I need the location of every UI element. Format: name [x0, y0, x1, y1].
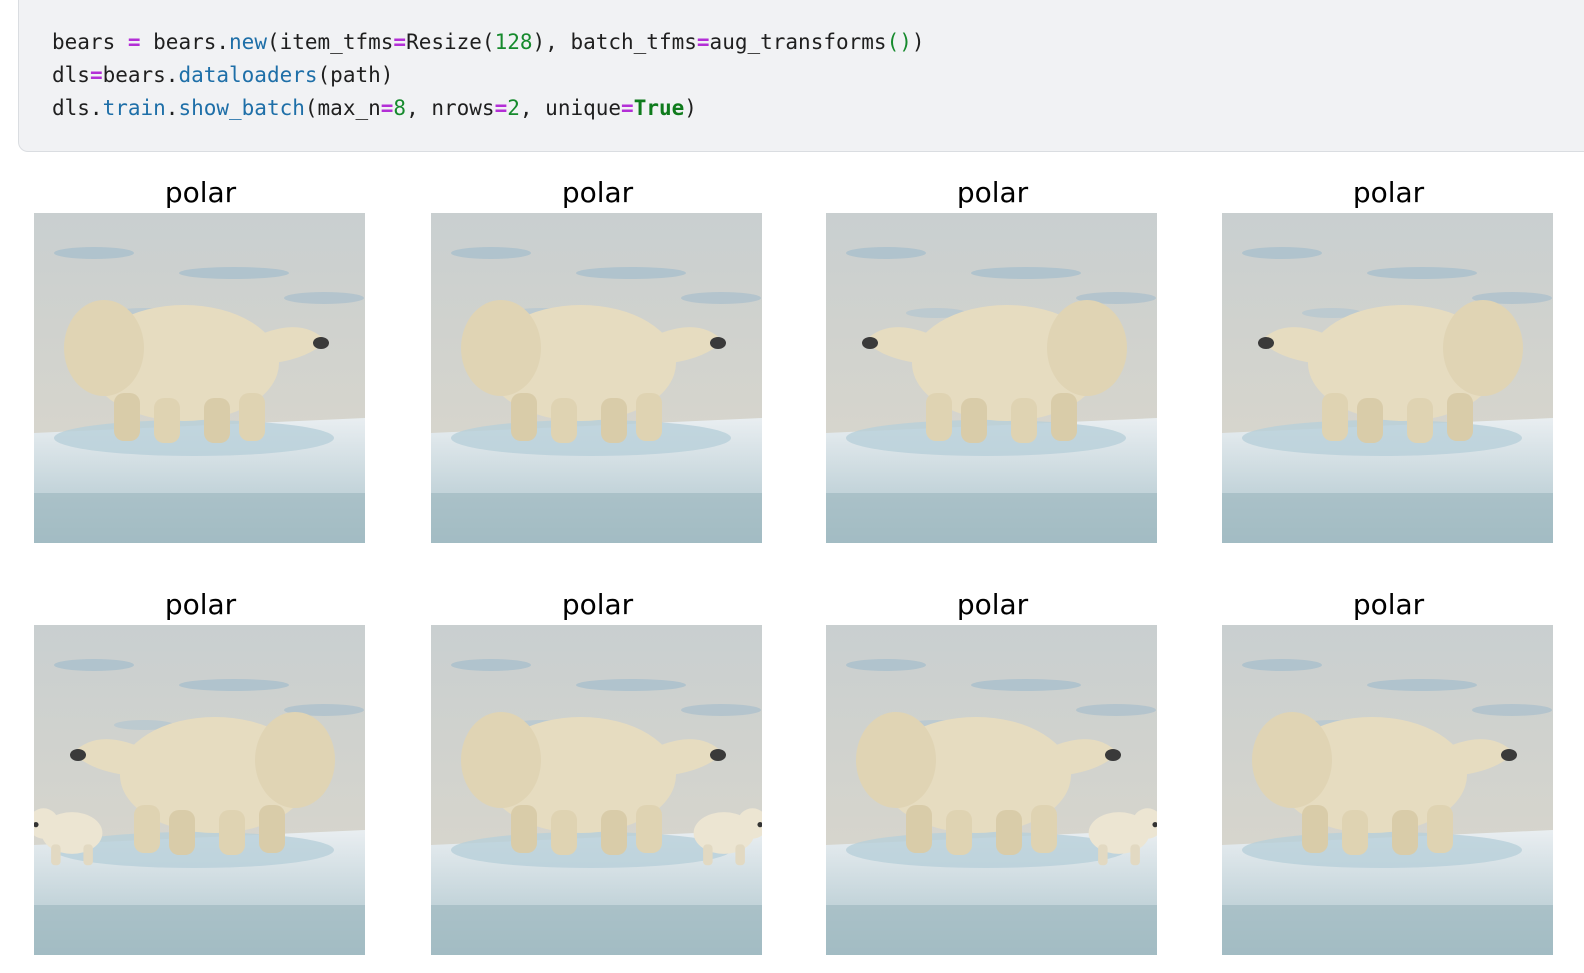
code-token: =: [494, 96, 508, 120]
batch-item-image: [431, 625, 762, 955]
batch-item-image: [1222, 625, 1553, 955]
batch-item: polar: [1222, 173, 1555, 543]
code-token: bears.: [140, 30, 230, 54]
batch-item-label: polar: [956, 176, 1029, 209]
batch-item: polar: [34, 585, 367, 955]
code-token: =: [696, 30, 710, 54]
batch-item-label: polar: [1352, 176, 1425, 209]
batch-item-label: polar: [956, 588, 1029, 621]
code-cell[interactable]: bears = bears.new(item_tfms=Resize(128),…: [18, 0, 1584, 152]
code-line-1: bears = bears.new(item_tfms=Resize(128),…: [52, 26, 925, 59]
code-line-2: dls=bears.dataloaders(path): [52, 59, 925, 92]
batch-item-image: [1222, 213, 1553, 543]
code-token: bears: [52, 30, 128, 54]
batch-item-label: polar: [1352, 588, 1425, 621]
code-token: show_batch: [178, 96, 305, 120]
code-token: dataloaders: [178, 63, 318, 87]
code-token: aug_transforms: [709, 30, 887, 54]
batch-item-image: [431, 213, 762, 543]
code-token: 2: [507, 96, 520, 120]
code-line-3: dls.train.show_batch(max_n=8, nrows=2, u…: [52, 92, 925, 125]
batch-item-image: [34, 625, 365, 955]
batch-item: polar: [826, 173, 1159, 543]
code-token: ): [684, 96, 697, 120]
code-token: =: [621, 96, 634, 120]
code-token: dls.: [52, 96, 103, 120]
batch-item: polar: [34, 173, 367, 543]
batch-item-label: polar: [164, 588, 237, 621]
code-token: (): [886, 30, 912, 54]
batch-item: polar: [431, 173, 764, 543]
code-token: .: [165, 96, 179, 120]
batch-item-image: [826, 213, 1157, 543]
code-token: =: [393, 30, 407, 54]
batch-item-label: polar: [561, 588, 634, 621]
code-token: Resize(: [406, 30, 495, 54]
code-token: =: [380, 96, 394, 120]
batch-item: polar: [431, 585, 764, 955]
code-token: (item_tfms: [266, 30, 394, 54]
code-token: dls: [52, 63, 90, 87]
code-editor[interactable]: bears = bears.new(item_tfms=Resize(128),…: [52, 26, 925, 125]
code-token: 128: [494, 30, 533, 54]
code-token: True: [633, 96, 685, 120]
code-token: , nrows: [406, 96, 495, 120]
code-token: =: [127, 30, 141, 54]
batch-item: polar: [826, 585, 1159, 955]
batch-item-label: polar: [561, 176, 634, 209]
code-token: ): [911, 30, 925, 54]
code-token: (max_n: [304, 96, 381, 120]
batch-item-image: [826, 625, 1157, 955]
batch-item: polar: [1222, 585, 1555, 955]
code-token: bears.: [102, 63, 179, 87]
code-token: (path): [317, 63, 394, 87]
batch-item-image: [34, 213, 365, 543]
code-token: 8: [393, 96, 407, 120]
code-token: =: [89, 63, 103, 87]
code-token: ), batch_tfms: [532, 30, 697, 54]
batch-item-label: polar: [164, 176, 237, 209]
code-token: new: [229, 30, 267, 54]
code-token: , unique: [519, 96, 622, 120]
code-token: train: [102, 96, 166, 120]
